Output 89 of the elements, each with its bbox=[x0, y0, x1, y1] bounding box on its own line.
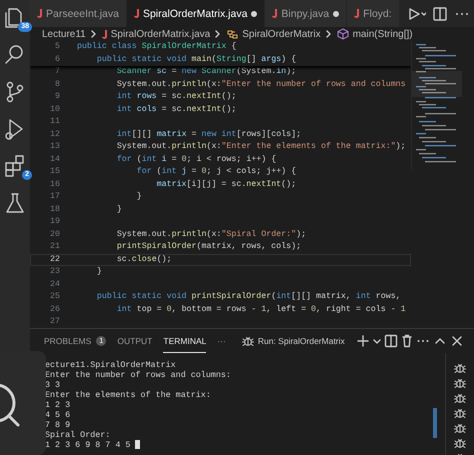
line-number: 9 bbox=[54, 91, 61, 103]
bug-icon bbox=[453, 361, 467, 375]
java-file-icon bbox=[102, 30, 107, 38]
minimap[interactable] bbox=[411, 41, 462, 171]
more-button[interactable]: ··· bbox=[217, 336, 226, 346]
line-number: 11 bbox=[49, 116, 61, 128]
breadcrumb-item[interactable]: main(String[]) bbox=[352, 28, 413, 40]
line-number: 10 bbox=[49, 104, 61, 116]
terminal-line: Spiral Order: bbox=[45, 430, 110, 440]
code-line: public static void printSpiralOrder(int[][] matrix, int rows, bbox=[96, 291, 401, 303]
java-file-icon bbox=[354, 9, 360, 18]
bug-icon bbox=[240, 334, 255, 348]
bug-icon bbox=[453, 376, 467, 390]
terminal-line: ecture11.SpiralOrderMatrix bbox=[45, 360, 176, 370]
panel-tab[interactable]: TERMINAL bbox=[163, 329, 206, 353]
line-number: 21 bbox=[49, 241, 61, 253]
terminal-list-item[interactable] bbox=[453, 376, 467, 390]
terminal-list-item[interactable] bbox=[453, 391, 467, 405]
trash-icon[interactable] bbox=[400, 334, 413, 348]
terminal-list-item[interactable] bbox=[453, 421, 467, 435]
modified-dot-icon bbox=[251, 10, 258, 16]
code-line: } bbox=[116, 204, 122, 216]
class-icon bbox=[226, 28, 238, 40]
breadcrumb-item[interactable]: SpiralOrderMatrix.java bbox=[110, 28, 210, 40]
chevron-icon bbox=[324, 29, 333, 39]
line-number: 18 bbox=[49, 204, 61, 216]
file-tab[interactable]: Binpy.java bbox=[265, 0, 348, 27]
java-file-icon bbox=[37, 9, 42, 18]
code-line: public static void main(String[] args) { bbox=[96, 54, 296, 66]
code-line: int rows = sc.nextInt(); bbox=[116, 91, 236, 103]
line-number: 22 bbox=[49, 254, 61, 266]
line-number: 8 bbox=[54, 78, 61, 90]
line-number: 27 bbox=[49, 316, 61, 328]
line-number: 19 bbox=[49, 216, 61, 228]
line-number: 15 bbox=[49, 166, 61, 178]
split-editor-icon[interactable] bbox=[432, 6, 448, 22]
java-file-icon bbox=[134, 9, 139, 18]
bug-icon bbox=[453, 406, 467, 420]
chevron-icon bbox=[90, 29, 98, 39]
terminal-cursor bbox=[135, 440, 140, 449]
scrollbar[interactable] bbox=[433, 408, 437, 438]
file-tab[interactable]: SpiralOrderMatrix.java bbox=[126, 0, 266, 27]
terminal-list-item[interactable] bbox=[453, 361, 467, 375]
code-line: System.out.println(x:"Enter the number of rows and columns bbox=[116, 78, 406, 90]
line-number: 26 bbox=[49, 304, 61, 316]
line-number: 14 bbox=[49, 154, 61, 166]
split-terminal-icon[interactable] bbox=[384, 334, 398, 348]
line-number: 25 bbox=[49, 291, 61, 303]
code-line: } bbox=[96, 266, 102, 278]
line-number: 12 bbox=[49, 128, 61, 140]
code-line: sc.close(); bbox=[116, 254, 172, 266]
line-number: 6 bbox=[54, 54, 61, 66]
modified-dot-icon bbox=[333, 10, 340, 16]
terminal-line: 7 8 9 bbox=[45, 420, 70, 430]
java-file-icon bbox=[272, 9, 278, 18]
terminal-list-item[interactable] bbox=[453, 406, 467, 420]
code-line: public class SpiralOrderMatrix { bbox=[77, 41, 236, 53]
code-line: System.out.println(x:"Spiral Order:"); bbox=[116, 228, 306, 240]
line-number: 5 bbox=[54, 41, 61, 53]
breadcrumb-item[interactable]: Lecture11 bbox=[42, 28, 86, 40]
line-number: 20 bbox=[49, 228, 61, 240]
line-number: 7 bbox=[54, 66, 61, 78]
chevron-icon bbox=[214, 29, 222, 39]
bug-icon bbox=[453, 391, 467, 405]
code-line: for (int j = 0; j < cols; j++) { bbox=[136, 166, 296, 178]
panel-tab[interactable]: OUTPUT bbox=[117, 329, 152, 353]
code-line: matrix[i][j] = sc.nextInt(); bbox=[156, 178, 296, 190]
line-number: 13 bbox=[49, 141, 61, 153]
code-line: for (int i = 0; i < rows; i++) { bbox=[116, 154, 276, 166]
file-tab[interactable]: Floyd: bbox=[347, 0, 400, 27]
bug-icon bbox=[453, 421, 467, 435]
code-line: printSpiralOrder(matrix, rows, cols); bbox=[116, 241, 302, 253]
line-number: 16 bbox=[49, 178, 61, 190]
terminal-list-item[interactable] bbox=[453, 436, 467, 450]
code-line: int cols = sc.nextInt(); bbox=[116, 104, 236, 116]
code-line: } bbox=[136, 191, 142, 203]
terminal-name[interactable]: Run: SpiralOrderMatrix bbox=[258, 336, 345, 346]
code-line: Scanner sc = new Scanner(System.in); bbox=[116, 66, 296, 78]
code-line: int top = 0, bottom = rows - 1, left = 0, right = cols - 1 bbox=[116, 304, 406, 316]
line-number: 23 bbox=[49, 266, 61, 278]
code-line: int[][] matrix = new int[rows][cols]; bbox=[116, 128, 302, 140]
line-number: 24 bbox=[49, 278, 61, 290]
close-icon[interactable] bbox=[450, 334, 464, 348]
file-tab[interactable]: ParseeeInt.java bbox=[30, 0, 127, 27]
add-icon[interactable] bbox=[356, 334, 370, 348]
code-line: System.out.println(x:"Enter the elements of the matrix:"); bbox=[116, 141, 406, 153]
cube-icon bbox=[336, 28, 349, 40]
line-number: 17 bbox=[49, 191, 61, 203]
breadcrumb-item[interactable]: SpiralOrderMatrix bbox=[242, 28, 321, 40]
